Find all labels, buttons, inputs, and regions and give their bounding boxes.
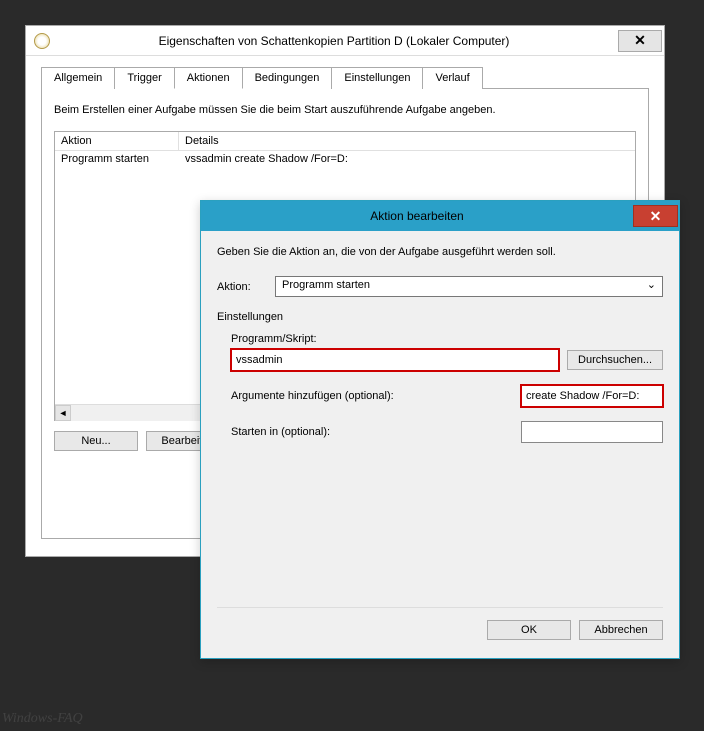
tab-bedingungen[interactable]: Bedingungen	[242, 67, 333, 89]
col-details[interactable]: Details	[179, 132, 635, 150]
startin-row: Starten in (optional):	[231, 421, 663, 443]
settings-heading: Einstellungen	[217, 311, 663, 323]
startin-input[interactable]	[521, 421, 663, 443]
edit-action-dialog: Aktion bearbeiten ✕ Geben Sie die Aktion…	[200, 200, 680, 659]
list-header: Aktion Details	[55, 132, 635, 151]
tab-allgemein[interactable]: Allgemein	[41, 67, 115, 89]
arguments-input[interactable]	[521, 385, 663, 407]
child-window-title: Aktion bearbeiten	[201, 209, 633, 223]
close-icon: ✕	[650, 208, 662, 225]
scroll-left-icon[interactable]: ◄	[55, 405, 71, 421]
new-button[interactable]: Neu...	[54, 431, 138, 451]
program-label: Programm/Skript:	[231, 333, 663, 345]
aktion-select[interactable]: Programm starten	[275, 276, 663, 297]
browse-button[interactable]: Durchsuchen...	[567, 350, 663, 370]
spacer	[217, 457, 663, 597]
cancel-button[interactable]: Abbrechen	[579, 620, 663, 640]
child-description: Geben Sie die Aktion an, die von der Auf…	[217, 246, 663, 258]
child-footer: OK Abbrechen	[217, 607, 663, 640]
tab-verlauf[interactable]: Verlauf	[422, 67, 482, 89]
ok-button[interactable]: OK	[487, 620, 571, 640]
tab-einstellungen[interactable]: Einstellungen	[331, 67, 423, 89]
watermark-text: Windows-FAQ	[2, 711, 83, 727]
settings-group: Programm/Skript: Durchsuchen... Argument…	[217, 333, 663, 443]
window-title: Eigenschaften von Schattenkopien Partiti…	[50, 34, 618, 48]
cell-details: vssadmin create Shadow /For=D:	[179, 151, 635, 167]
startin-label: Starten in (optional):	[231, 426, 330, 438]
aktion-label: Aktion:	[217, 281, 265, 293]
arguments-row: Argumente hinzufügen (optional):	[231, 385, 663, 407]
child-close-button[interactable]: ✕	[633, 205, 678, 227]
list-item[interactable]: Programm starten vssadmin create Shadow …	[55, 151, 635, 167]
program-input[interactable]	[231, 349, 559, 371]
child-titlebar: Aktion bearbeiten ✕	[201, 201, 679, 231]
tab-trigger[interactable]: Trigger	[114, 67, 174, 89]
col-aktion[interactable]: Aktion	[55, 132, 179, 150]
arguments-label: Argumente hinzufügen (optional):	[231, 390, 394, 402]
tab-bar: Allgemein Trigger Aktionen Bedingungen E…	[41, 66, 649, 89]
close-icon: ✕	[634, 32, 646, 49]
cell-aktion: Programm starten	[55, 151, 179, 167]
instructions-text: Beim Erstellen einer Aufgabe müssen Sie …	[54, 104, 636, 116]
program-row: Durchsuchen...	[231, 349, 663, 371]
titlebar: Eigenschaften von Schattenkopien Partiti…	[26, 26, 664, 56]
action-row: Aktion: Programm starten	[217, 276, 663, 297]
clock-icon	[34, 33, 50, 49]
close-button[interactable]: ✕	[618, 30, 662, 52]
child-body: Geben Sie die Aktion an, die von der Auf…	[201, 231, 679, 658]
tab-aktionen[interactable]: Aktionen	[174, 67, 243, 89]
